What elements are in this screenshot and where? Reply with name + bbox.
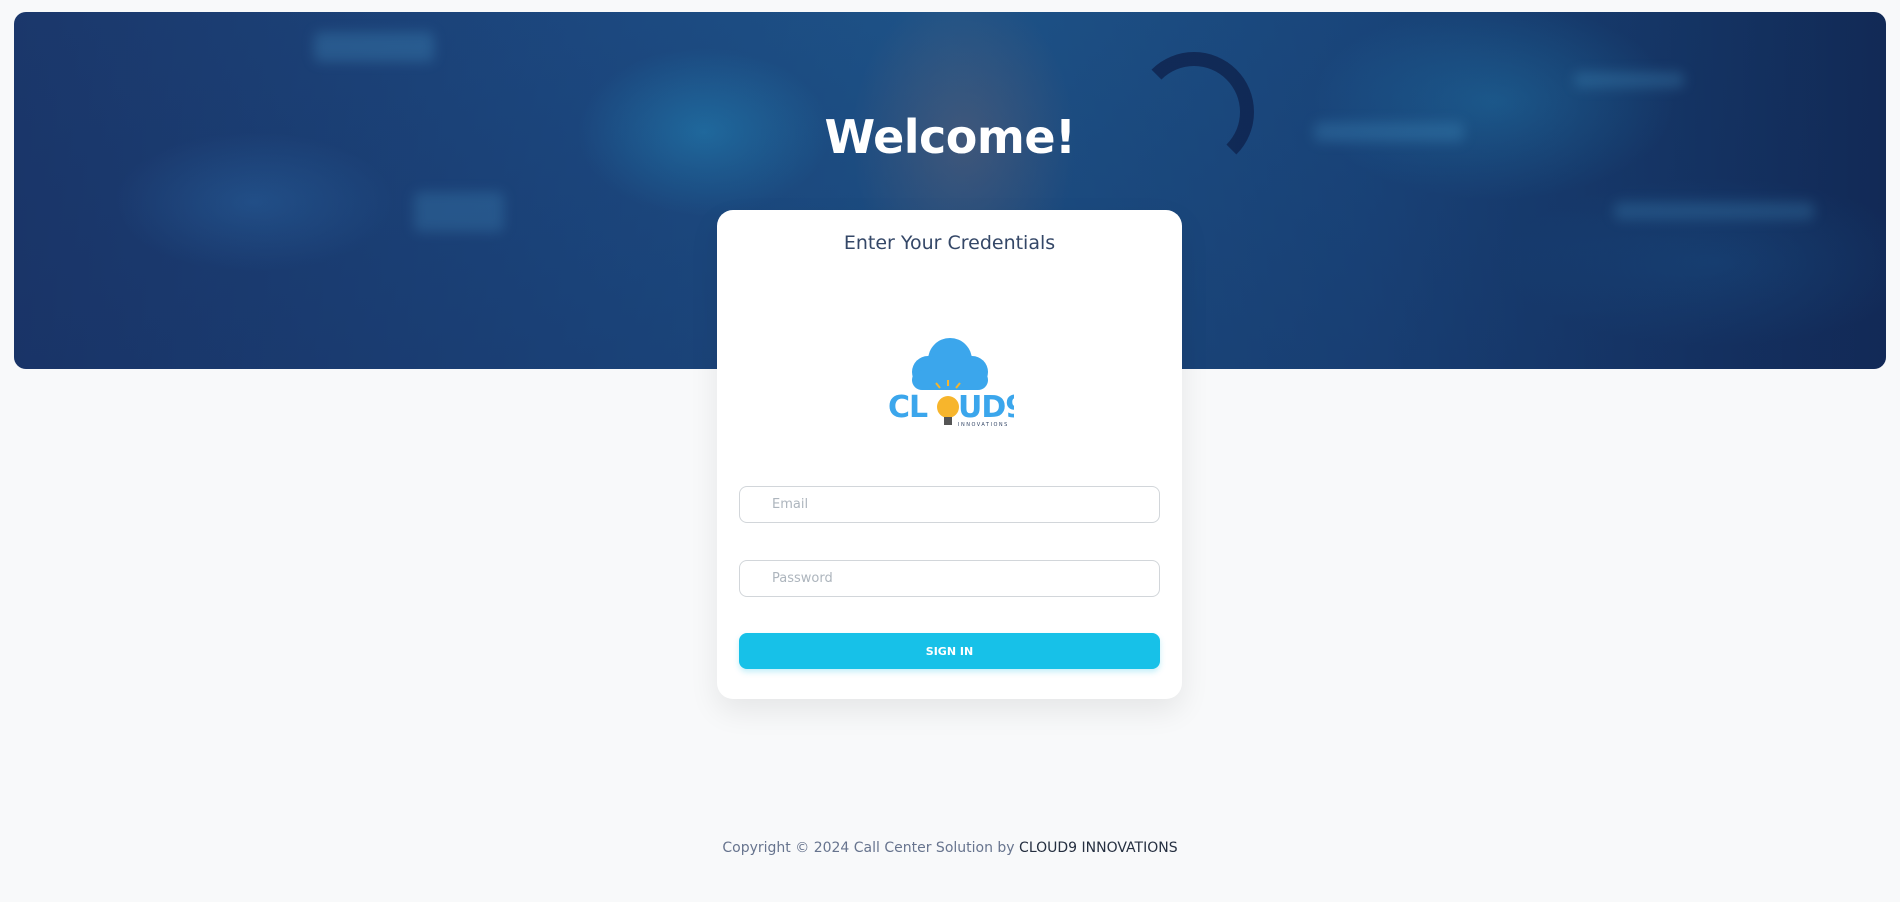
brand-link[interactable]: CLOUD9 INNOVATIONS (1019, 840, 1178, 856)
cloud9-logo-icon: CL UD9 INNOVATIONS (888, 338, 1014, 428)
login-card: Enter Your Credentials CL UD9 INNOVATION… (717, 210, 1182, 699)
svg-text:CL: CL (888, 390, 928, 425)
copyright-text: Copyright © 2024 Call Center Solution by (722, 840, 1020, 856)
welcome-heading: Welcome! (824, 110, 1076, 164)
svg-text:UD9: UD9 (958, 390, 1014, 425)
password-field[interactable] (739, 560, 1160, 597)
footer: Copyright © 2024 Call Center Solution by… (0, 840, 1900, 856)
email-field[interactable] (739, 486, 1160, 523)
card-title: Enter Your Credentials (843, 232, 1056, 254)
svg-text:INNOVATIONS: INNOVATIONS (958, 422, 1009, 428)
sign-in-button[interactable]: SIGN IN (739, 633, 1160, 669)
